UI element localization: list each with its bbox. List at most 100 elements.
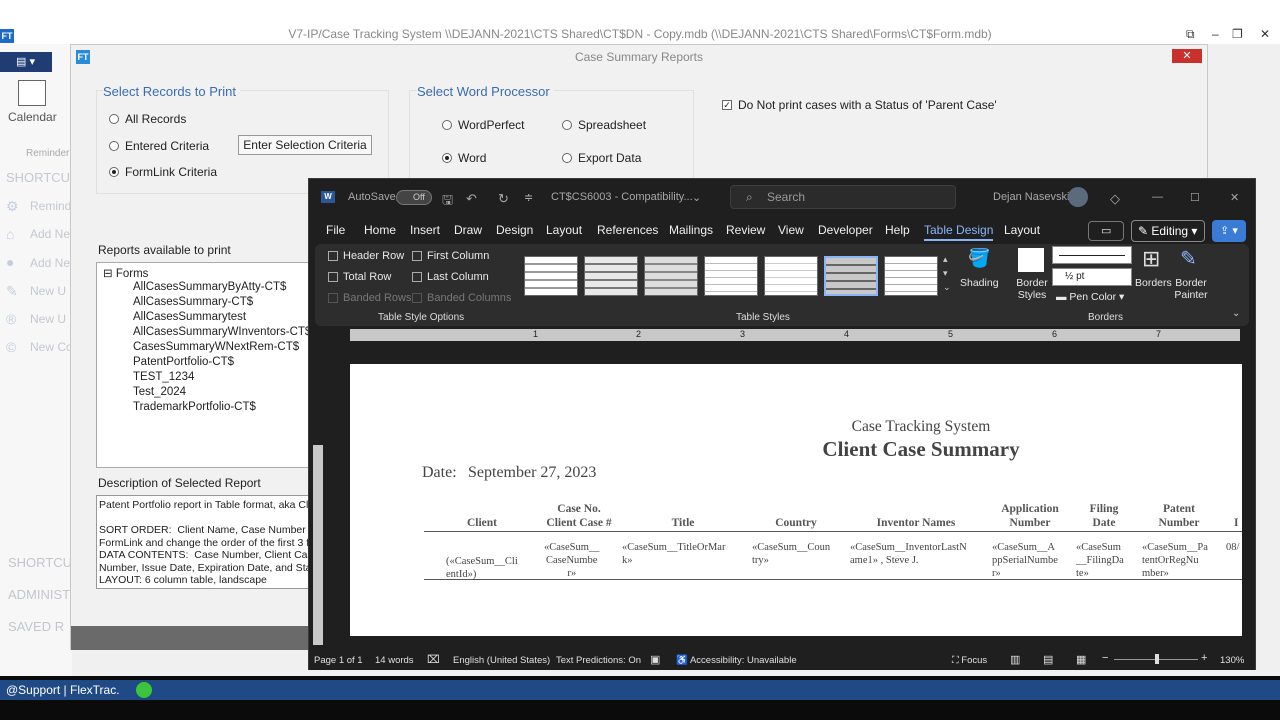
checkbox-checked-icon[interactable]: ✓ bbox=[722, 100, 732, 110]
collapse-ribbon-icon[interactable]: ⌄ bbox=[1232, 308, 1240, 319]
zoom-in-icon[interactable]: + bbox=[1201, 652, 1207, 664]
maximize-icon[interactable]: ❐ bbox=[1232, 27, 1243, 41]
table-style-thumb[interactable] bbox=[644, 256, 698, 296]
table-cell[interactable]: «CaseSum__InventorLastN ame1» , Steve J. bbox=[850, 541, 967, 567]
support-status-text[interactable]: @Support | FlexTrac. bbox=[6, 683, 120, 697]
zoom-level[interactable]: 130% bbox=[1220, 655, 1244, 666]
radio-icon[interactable] bbox=[442, 120, 452, 130]
shading-icon[interactable]: 🪣 bbox=[968, 248, 990, 269]
tab-table-layout[interactable]: Layout bbox=[1004, 223, 1040, 237]
editing-mode-button[interactable]: ✎ Editing ▾ bbox=[1131, 220, 1205, 242]
table-cell[interactable]: «CaseSum__A ppSerialNumbe r» bbox=[992, 541, 1058, 580]
radio-spreadsheet[interactable]: Spreadsheet bbox=[562, 118, 646, 132]
document-page[interactable]: Case Tracking System Client Case Summary… bbox=[350, 364, 1242, 636]
line-style-dropdown[interactable] bbox=[1052, 246, 1132, 264]
pencil-icon[interactable]: ✎ bbox=[6, 283, 18, 300]
word-minimize-icon[interactable]: — bbox=[1152, 191, 1163, 203]
checkbox-icon[interactable] bbox=[412, 293, 422, 303]
tab-help[interactable]: Help bbox=[885, 223, 910, 237]
radio-icon[interactable] bbox=[562, 120, 572, 130]
radio-all-records[interactable]: All Records bbox=[109, 112, 186, 126]
tree-item[interactable]: AllCasesSummaryByAtty-CT$ bbox=[133, 281, 286, 293]
borders-icon[interactable]: ⊞ bbox=[1142, 248, 1160, 270]
radio-selected-icon[interactable] bbox=[109, 167, 119, 177]
radio-entered-criteria[interactable]: Entered Criteria bbox=[109, 139, 209, 153]
tree-item[interactable]: TEST_1234 bbox=[133, 371, 194, 383]
header-row-checkbox[interactable]: Header Row bbox=[328, 250, 404, 262]
banded-columns-checkbox[interactable]: Banded Columns bbox=[412, 292, 511, 304]
checkbox-icon[interactable] bbox=[412, 272, 422, 282]
tab-developer[interactable]: Developer bbox=[818, 223, 873, 237]
comments-button[interactable]: ▭ bbox=[1088, 221, 1124, 241]
text-predictions[interactable]: Text Predictions: On bbox=[556, 655, 641, 666]
table-style-thumb[interactable] bbox=[584, 256, 638, 296]
table-style-thumb[interactable] bbox=[884, 256, 938, 296]
tab-layout[interactable]: Layout bbox=[546, 223, 582, 237]
language[interactable]: English (United States) bbox=[453, 655, 550, 666]
table-cell[interactable]: «CaseSum__ CaseNumbe r» bbox=[544, 541, 599, 580]
radio-export-data[interactable]: Export Data bbox=[562, 151, 641, 165]
styles-scroll-icon[interactable]: ▴ ▾ ⌄ bbox=[943, 252, 951, 294]
vertical-ruler[interactable] bbox=[313, 445, 323, 645]
avatar[interactable] bbox=[1068, 187, 1088, 207]
customize-icon[interactable]: ≑ bbox=[524, 191, 533, 204]
shortcut-item[interactable]: New U bbox=[30, 284, 66, 298]
radio-icon[interactable] bbox=[109, 114, 119, 124]
undo-icon[interactable]: ↶ bbox=[466, 191, 477, 207]
accessibility-status[interactable]: ♿ Accessibility: Unavailable bbox=[676, 655, 797, 666]
radio-selected-icon[interactable] bbox=[442, 153, 452, 163]
registered-icon[interactable]: ® bbox=[6, 311, 16, 327]
tree-item[interactable]: PatentPortfolio-CT$ bbox=[133, 356, 234, 368]
dialog-close-button[interactable]: ✕ bbox=[1172, 49, 1202, 63]
table-style-thumb[interactable] bbox=[764, 256, 818, 296]
save-icon[interactable]: 🖫 bbox=[442, 191, 453, 213]
tree-item[interactable]: AllCasesSummaryWInventors-CT$ bbox=[133, 326, 309, 338]
user-icon[interactable]: ● bbox=[6, 254, 14, 270]
focus-button[interactable]: ⛶ Focus bbox=[952, 655, 987, 666]
search-box[interactable]: Search bbox=[730, 185, 956, 209]
tab-table-design[interactable]: Table Design bbox=[924, 223, 994, 241]
table-style-thumb-selected[interactable] bbox=[824, 256, 878, 296]
reports-tree[interactable]: ⊟ Forms AllCasesSummaryByAtty-CT$ AllCas… bbox=[96, 262, 310, 468]
tab-view[interactable]: View bbox=[778, 223, 804, 237]
table-cell[interactable]: «CaseSum__Pa tentOrRegNu mber» bbox=[1142, 541, 1208, 580]
minimize-icon[interactable]: – bbox=[1212, 27, 1219, 41]
page-count[interactable]: Page 1 of 1 bbox=[314, 655, 363, 666]
checkbox-icon[interactable] bbox=[328, 272, 338, 282]
print-layout-icon[interactable]: ▤ bbox=[1043, 653, 1053, 666]
tab-design[interactable]: Design bbox=[496, 223, 533, 237]
borders-button[interactable]: Borders bbox=[1135, 277, 1172, 289]
redo-icon[interactable]: ↻ bbox=[498, 191, 509, 207]
border-painter-button[interactable]: Border Painter bbox=[1174, 277, 1208, 301]
parent-case-checkbox[interactable]: ✓ Do Not print cases with a Status of 'Pa… bbox=[722, 98, 997, 112]
radio-word[interactable]: Word bbox=[442, 151, 486, 165]
tree-item[interactable]: AllCasesSummarytest bbox=[133, 311, 246, 323]
shortcut-item[interactable]: Remind bbox=[30, 199, 71, 213]
pen-color-button[interactable]: ▬ Pen Color ▾ bbox=[1056, 291, 1124, 303]
view-toggle-button[interactable]: ▤ ▾ bbox=[0, 52, 52, 72]
first-column-checkbox[interactable]: First Column bbox=[412, 250, 489, 262]
shortcuts-section[interactable]: SHORTCU bbox=[8, 555, 72, 570]
document-title[interactable]: CT$CS6003 - Compatibility... bbox=[551, 191, 693, 203]
close-icon[interactable]: ✕ bbox=[1260, 27, 1270, 41]
checkbox-icon[interactable] bbox=[328, 251, 338, 261]
reminder-icon[interactable]: ⚙ bbox=[6, 198, 19, 215]
tab-references[interactable]: References bbox=[597, 223, 658, 237]
autosave-toggle[interactable]: Off bbox=[396, 190, 432, 205]
restore-icon[interactable]: ⧉ bbox=[1186, 27, 1195, 42]
radio-icon[interactable] bbox=[109, 141, 119, 151]
tree-item[interactable]: CasesSummaryWNextRem-CT$ bbox=[133, 341, 299, 353]
zoom-out-icon[interactable]: − bbox=[1102, 652, 1108, 664]
table-cell[interactable]: 08/ bbox=[1226, 541, 1239, 554]
shading-button[interactable]: Shading bbox=[960, 277, 999, 289]
calendar-label[interactable]: Calendar bbox=[8, 110, 57, 124]
tree-root[interactable]: ⊟ Forms bbox=[103, 266, 148, 280]
shortcut-item[interactable]: New U bbox=[30, 312, 66, 326]
user-name[interactable]: Dejan Nasevski bbox=[993, 191, 1069, 203]
border-styles-button[interactable]: Border Styles bbox=[1012, 277, 1052, 301]
macro-icon[interactable]: ▣ bbox=[650, 653, 660, 666]
line-weight-dropdown[interactable]: ½ pt bbox=[1052, 268, 1132, 286]
zoom-slider-handle[interactable] bbox=[1155, 654, 1159, 664]
saved-reports-section[interactable]: SAVED R bbox=[8, 619, 64, 634]
tab-insert[interactable]: Insert bbox=[410, 223, 440, 237]
